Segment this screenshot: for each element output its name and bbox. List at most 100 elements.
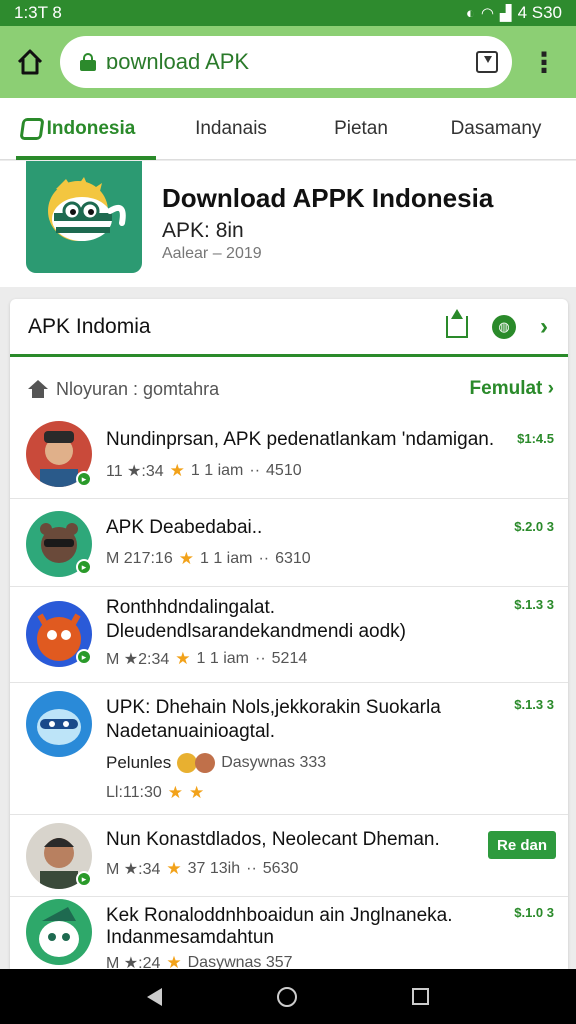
play-badge-icon: ▸: [76, 649, 92, 665]
item-price: $.2.0 3: [514, 519, 554, 534]
item-rating: M ★2:34: [106, 651, 170, 668]
overflow-menu-icon[interactable]: ⋮: [512, 26, 576, 98]
item-rating: M ★:34: [106, 861, 161, 878]
item-title: UPK: Dhehain Nols,jekkorakin Suokarla: [106, 697, 441, 718]
item-rating: Ll:11:30: [106, 784, 162, 801]
tab-label: Dasamany: [450, 117, 542, 139]
app-list-card: APK Indomia ◍ › Nloyuran : gomtahra Femu…: [10, 299, 568, 969]
play-badge-icon: ▸: [76, 871, 92, 887]
star-icon: ★: [167, 783, 183, 802]
brand-logo-icon: [19, 117, 45, 140]
tab-indanais[interactable]: Indanais: [156, 98, 306, 160]
item-title-line2: Indanmesamdahtun: [106, 927, 274, 948]
item-rating: M ★:24: [106, 955, 161, 969]
star-icon: ★: [169, 461, 185, 480]
data-saver-icon: ◐: [465, 4, 475, 22]
item-time: 1 1 iam: [196, 650, 249, 667]
item-title: APK Deabedabai..: [106, 517, 263, 538]
item-meta: Ll:11:30 ★ ★: [106, 783, 204, 803]
section-row: Nloyuran : gomtahra Femulat ›: [10, 369, 568, 409]
item-rating: M 217:16: [106, 550, 173, 567]
install-button[interactable]: Re dan: [488, 831, 556, 859]
tab-pietan[interactable]: Pietan: [306, 98, 416, 160]
avatar: [26, 691, 92, 757]
app-subtitle: APK: 8in: [162, 219, 244, 242]
item-title: Nun Konastdlados, Neolecant Dheman.: [106, 829, 440, 850]
section-more-link[interactable]: Femulat ›: [470, 378, 568, 400]
item-meta: M ★:34 ★ 37 13ih ·· 5630: [106, 859, 298, 879]
item-extra-label: Pelunles: [106, 753, 172, 772]
item-count: 5214: [271, 650, 308, 667]
mini-avatar: [177, 753, 198, 773]
list-item[interactable]: UPK: Dhehain Nols,jekkorakin Suokarla Na…: [10, 683, 568, 815]
lock-icon: [80, 53, 96, 71]
badge-icon[interactable]: ◍: [492, 314, 516, 339]
url-bar[interactable]: ɒownload APK: [60, 36, 512, 88]
item-title: Nundinprsan, APK pedenatlankam 'ndamigan…: [106, 429, 495, 450]
star-icon: ★: [178, 549, 194, 568]
item-meta: M 217:16 ★ 1 1 iam ·· 6310: [106, 549, 311, 569]
tab-indonesia[interactable]: Indonesia: [0, 98, 156, 160]
item-time: 1 1 iam: [199, 550, 253, 567]
star-icon: ★: [189, 783, 205, 802]
status-battery-text: 4 S30: [517, 3, 562, 22]
recent-apps-icon[interactable]: [411, 988, 429, 1005]
url-text: ɒownload APK: [106, 49, 250, 74]
separator-text: ··: [254, 650, 266, 667]
app-title: Download APPK Indonesia: [162, 183, 494, 213]
play-badge-icon: ▸: [76, 559, 92, 575]
card-actions: ◍ ›: [446, 308, 568, 341]
list-item[interactable]: ▸ Ronthhdndalingalat. Dleudendlsarandeka…: [10, 587, 568, 683]
item-count: Dasywnas 357: [187, 954, 293, 969]
item-title-line2: Dleudendlsarandekandmendi aodk): [106, 621, 406, 642]
separator-text: ··: [246, 860, 257, 877]
signal-icon: ▟: [500, 5, 512, 22]
separator-text: ··: [258, 550, 270, 567]
star-icon: ★: [166, 953, 182, 969]
home-button[interactable]: [0, 26, 60, 98]
star-icon: ★: [175, 649, 191, 668]
home-icon: [17, 49, 43, 75]
status-time: 1:3T 8: [14, 3, 62, 22]
home-small-icon: [28, 380, 48, 398]
home-circle-icon[interactable]: [276, 986, 297, 1007]
tab-dasamany[interactable]: Dasamany: [416, 98, 576, 160]
tab-label: Pietan: [334, 117, 388, 139]
chevron-right-icon[interactable]: ›: [540, 313, 548, 341]
share-icon[interactable]: [446, 308, 468, 338]
list-item[interactable]: ▸ Nun Konastdlados, Neolecant Dheman. M …: [10, 815, 568, 897]
tab-bar: Indonesia Indanais Pietan Dasamany: [0, 98, 576, 160]
play-badge-icon: ▸: [76, 471, 92, 487]
item-count: 4510: [266, 462, 302, 479]
section-label: Nloyuran : gomtahra: [56, 378, 220, 399]
download-page-icon[interactable]: [476, 51, 498, 73]
section-link-label: Femulat: [469, 378, 543, 399]
list-item[interactable]: ▸ APK Deabedabai.. M 217:16 ★ 1 1 iam ··…: [10, 499, 568, 587]
item-price: $1:4.5: [517, 431, 554, 446]
item-extra-text: Dasywnas 333: [221, 754, 327, 771]
avatar: [26, 899, 92, 965]
list-item[interactable]: ▸ Nundinprsan, APK pedenatlankam 'ndamig…: [10, 409, 568, 499]
system-nav-bar: [0, 969, 576, 1024]
item-price: $.1.0 3: [514, 905, 554, 920]
list-item[interactable]: Kek Ronaloddnhboaidun ain Jnglnaneka. In…: [10, 897, 568, 969]
item-price: $.1.3 3: [514, 597, 554, 612]
item-price: $.1.3 3: [514, 697, 554, 712]
app-icon[interactable]: [26, 161, 142, 273]
status-bar: 1:3T 8 ◐ ◠ ▟ 4 S30: [0, 0, 576, 26]
wifi-icon: ◠: [480, 5, 495, 22]
card-header: APK Indomia ◍ ›: [10, 299, 568, 357]
separator-text: ··: [249, 462, 261, 479]
star-icon: ★: [166, 859, 182, 878]
app-meta: Aalear – 2019: [162, 245, 262, 262]
item-time: 37 13ih: [187, 860, 241, 877]
app-header: Download APPK Indonesia APK: 8in Aalear …: [0, 161, 576, 287]
item-time: 1 1 iam: [190, 462, 244, 479]
item-rating: 11 ★:34: [106, 463, 164, 480]
item-count: 6310: [275, 550, 311, 567]
back-icon[interactable]: [147, 987, 163, 1006]
status-icons: ◐ ◠ ▟ 4 S30: [466, 3, 562, 23]
tab-label: Indanais: [195, 117, 267, 139]
browser-toolbar: ɒownload APK ⋮: [0, 26, 576, 98]
item-count: 5630: [262, 860, 299, 877]
